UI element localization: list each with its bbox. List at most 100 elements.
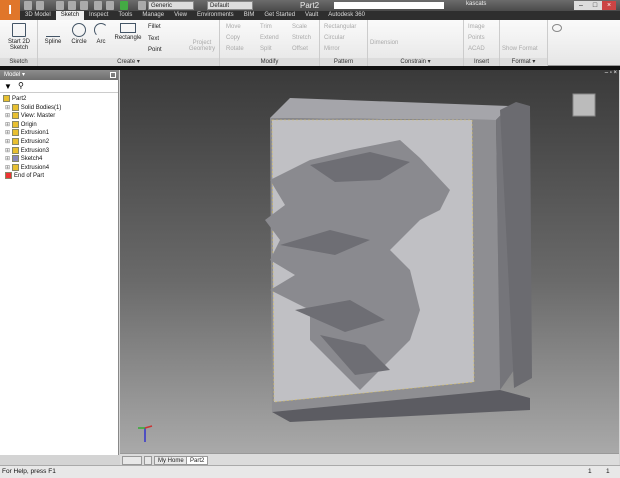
browser-node[interactable]: ⊞ Solid Bodies(1) (0, 103, 118, 113)
panel-label: Insert (464, 58, 499, 66)
redo-icon[interactable] (80, 1, 88, 10)
image-button[interactable]: Image (468, 24, 485, 30)
start-sketch-label: Start 2D Sketch (7, 39, 30, 51)
browser-node[interactable]: ⊞ Extrusion1 (0, 129, 118, 138)
tab-inspect[interactable]: Inspect (84, 11, 113, 20)
appearance-icon[interactable] (138, 1, 146, 10)
rectangle-label: Rectangle (114, 35, 142, 41)
find-binoculars-icon[interactable]: ⚲ (18, 81, 24, 90)
expand-toggle-icon[interactable]: ⊞ (5, 122, 12, 128)
spline-button[interactable]: Spline (42, 23, 64, 45)
status-count-1: 1 (588, 468, 592, 475)
acad-button[interactable]: ACAD (468, 46, 485, 52)
expand-toggle-icon[interactable]: ⊞ (5, 139, 12, 145)
material-select[interactable]: Default (207, 1, 253, 10)
tab-environments[interactable]: Environments (192, 11, 239, 20)
minimize-button[interactable]: – (574, 1, 588, 10)
expand-toggle-icon[interactable]: ⊞ (5, 130, 12, 136)
node-label: Extrusion3 (20, 147, 50, 154)
rectangle-button[interactable]: Rectangle (112, 23, 144, 41)
tab-vault[interactable]: Vault (300, 11, 323, 20)
tab-my-home[interactable]: My Home (154, 456, 188, 465)
expand-toggle-icon[interactable]: ⊞ (5, 113, 12, 119)
tile-view-button[interactable] (122, 456, 142, 465)
panel-format: Show Format Format ▾ (500, 20, 548, 66)
circular-pattern-button[interactable]: Circular (324, 35, 345, 41)
show-format-button[interactable]: Show Format (502, 46, 538, 52)
panel-label: Sketch (0, 58, 37, 66)
mirror-button[interactable]: Mirror (324, 46, 340, 52)
tab-menu-button[interactable] (144, 456, 152, 465)
tab-manage[interactable]: Manage (137, 11, 169, 20)
expand-icon[interactable] (110, 72, 116, 78)
tab-3d-model[interactable]: 3D Model (20, 11, 56, 20)
node-label: Part2 (12, 96, 27, 103)
new-icon[interactable] (24, 1, 32, 10)
expand-toggle-icon[interactable]: ⊞ (5, 156, 12, 162)
expand-toggle-icon[interactable]: ⊞ (5, 165, 12, 171)
fillet-button[interactable]: Fillet (148, 24, 161, 30)
start-sketch-button[interactable]: Start 2D Sketch (3, 23, 35, 51)
feature-icon (3, 95, 10, 102)
browser-node[interactable]: ⊞ Extrusion4 (0, 163, 118, 173)
viewport-window-controls[interactable]: – ▫ × (605, 70, 617, 76)
copy-button[interactable]: Copy (226, 35, 240, 41)
browser-node[interactable]: ⊞ Origin (0, 120, 118, 130)
tab-part2[interactable]: Part2 (186, 456, 209, 465)
expand-toggle-icon[interactable]: ⊞ (5, 105, 12, 111)
select-icon[interactable] (120, 1, 128, 10)
filter-icon[interactable]: ▼ (4, 82, 12, 91)
node-label: Origin (20, 121, 37, 128)
tab-autodesk-360[interactable]: Autodesk 360 (323, 11, 370, 20)
browser-node[interactable]: End of Part (0, 172, 118, 181)
point-button[interactable]: Point (148, 47, 162, 53)
browser-node[interactable]: ⊞ View: Master (0, 112, 118, 121)
arc-button[interactable]: Arc (92, 23, 110, 45)
user-name[interactable]: kascats (466, 1, 486, 7)
browser-node[interactable]: ⊞ Extrusion2 (0, 137, 118, 147)
save-icon[interactable] (56, 1, 64, 10)
ribbon-options-icon[interactable] (552, 24, 562, 32)
offset-button[interactable]: Offset (292, 46, 308, 52)
expand-toggle-icon[interactable]: ⊞ (5, 148, 12, 154)
trim-button[interactable]: Trim (260, 24, 272, 30)
plate-top-face (270, 98, 510, 120)
maximize-button[interactable]: □ (588, 1, 602, 10)
circle-label: Circle (71, 39, 87, 45)
stretch-button[interactable]: Stretch (292, 35, 311, 41)
move-button[interactable]: Move (226, 24, 241, 30)
project-geometry-button[interactable]: Project Geometry (186, 40, 218, 52)
rotate-button[interactable]: Rotate (226, 46, 244, 52)
node-label: Solid Bodies(1) (20, 104, 62, 111)
app-logo[interactable]: I (0, 0, 20, 20)
tab-get-started[interactable]: Get Started (259, 11, 300, 20)
browser-node[interactable]: ⊞ Sketch4 (0, 155, 118, 164)
tab-view[interactable]: View (169, 11, 192, 20)
ribbon-tabs: 3D Model Sketch Inspect Tools Manage Vie… (20, 11, 620, 20)
home-icon[interactable] (94, 1, 102, 10)
extend-button[interactable]: Extend (260, 35, 279, 41)
tab-sketch[interactable]: Sketch (55, 11, 85, 20)
rectangular-pattern-button[interactable]: Rectangular (324, 24, 356, 30)
panel-sketch: Start 2D Sketch Sketch (0, 20, 38, 66)
undo-icon[interactable] (68, 1, 76, 10)
dimension-button[interactable]: Dimension (370, 40, 398, 46)
close-button[interactable]: × (602, 1, 616, 10)
browser-node[interactable]: ⊞ Extrusion3 (0, 146, 118, 156)
tab-tools[interactable]: Tools (113, 11, 137, 20)
viewcube[interactable] (572, 93, 596, 117)
appearance-select[interactable]: Generic (148, 1, 194, 10)
tab-bim[interactable]: BIM (239, 11, 260, 20)
browser-header[interactable]: Model ▾ (0, 70, 118, 80)
panel-insert: Image Points ACAD Insert (464, 20, 500, 66)
3d-viewport[interactable]: – ▫ × (120, 70, 619, 453)
text-button[interactable]: Text (148, 36, 159, 42)
circle-button[interactable]: Circle (68, 23, 90, 45)
open-icon[interactable] (36, 1, 44, 10)
split-button[interactable]: Split (260, 46, 272, 52)
search-input[interactable] (334, 2, 444, 9)
scale-button[interactable]: Scale (292, 24, 307, 30)
browser-node[interactable]: Part2 (0, 95, 118, 104)
update-icon[interactable] (106, 1, 114, 10)
points-button[interactable]: Points (468, 35, 485, 41)
